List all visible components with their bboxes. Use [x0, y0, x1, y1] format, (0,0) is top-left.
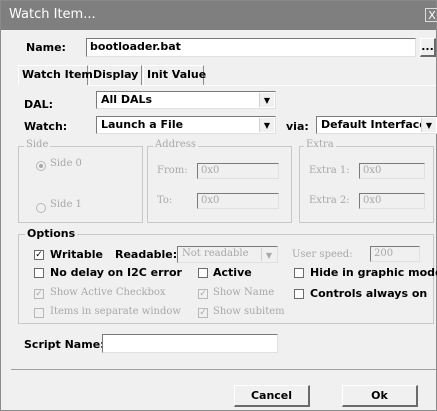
- to-input[interactable]: 0x0: [197, 193, 279, 209]
- side-group-title: Side: [24, 139, 51, 150]
- script-name-label: Script Name:: [24, 338, 105, 351]
- browse-button[interactable]: ...: [420, 38, 436, 57]
- active-checkbox[interactable]: [198, 268, 208, 278]
- user-speed-label: User speed:: [292, 249, 353, 260]
- to-label: To:: [157, 195, 173, 206]
- tab-init-value[interactable]: Init Value: [143, 65, 207, 85]
- extra-group: [299, 146, 434, 223]
- items-separate-window-checkbox[interactable]: [34, 308, 44, 318]
- readable-value: Not readable: [182, 248, 249, 259]
- browse-label: ...: [421, 40, 434, 53]
- address-group: [147, 146, 292, 223]
- no-delay-label: No delay on I2C error: [50, 266, 182, 279]
- dal-value: All DALs: [101, 93, 153, 106]
- show-subitem-checkbox[interactable]: ✓: [198, 308, 208, 318]
- via-label: via:: [286, 120, 309, 133]
- show-active-label: Show Active Checkbox: [50, 287, 166, 298]
- name-value: bootloader.bat: [90, 40, 181, 53]
- side1-radio[interactable]: [36, 203, 46, 213]
- writable-checkbox[interactable]: ✓: [34, 250, 44, 260]
- extra2-input[interactable]: 0x0: [359, 193, 425, 209]
- close-icon[interactable]: X: [425, 8, 437, 22]
- from-input[interactable]: 0x0: [197, 163, 279, 179]
- watch-item-dialog: Watch Item... X Name: bootloader.bat ...…: [0, 0, 437, 411]
- chevron-down-icon: ▼: [259, 93, 274, 107]
- cancel-button[interactable]: Cancel: [234, 385, 310, 407]
- tab-watch-item-label: Watch Item: [22, 68, 93, 81]
- no-delay-checkbox[interactable]: [34, 268, 44, 278]
- watch-select[interactable]: Launch a File ▼: [96, 116, 276, 134]
- panel-separator: [11, 369, 436, 370]
- address-group-title: Address: [153, 139, 198, 150]
- watch-value: Launch a File: [101, 118, 184, 131]
- script-name-input[interactable]: [102, 334, 278, 353]
- options-group-title: Options: [25, 227, 78, 240]
- hide-graphic-checkbox[interactable]: [294, 268, 304, 278]
- dal-label: DAL:: [24, 98, 54, 111]
- show-subitem-label: Show subitem: [213, 306, 285, 317]
- from-value: 0x0: [201, 165, 220, 176]
- items-separate-window-label: Items in separate window: [50, 306, 181, 317]
- watch-label: Watch:: [24, 120, 68, 133]
- dal-select[interactable]: All DALs ▼: [96, 91, 276, 109]
- extra-group-title: Extra: [304, 139, 336, 150]
- readable-label: Readable:: [115, 248, 178, 261]
- hide-graphic-label: Hide in graphic mode: [310, 266, 437, 279]
- active-label: Active: [213, 266, 252, 279]
- tab-watch-item[interactable]: Watch Item: [18, 65, 93, 85]
- via-select[interactable]: Default Interface ▼: [316, 116, 437, 134]
- chevron-down-icon: ▼: [261, 248, 276, 261]
- window-title: Watch Item...: [9, 7, 96, 22]
- ok-label: Ok: [371, 389, 388, 402]
- title-bar[interactable]: Watch Item... X: [1, 1, 437, 30]
- show-name-checkbox[interactable]: ✓: [198, 289, 208, 299]
- side0-radio[interactable]: [36, 161, 46, 171]
- side0-label: Side 0: [50, 158, 82, 169]
- name-label: Name:: [26, 41, 66, 54]
- user-speed-input[interactable]: 200: [370, 246, 420, 262]
- extra2-label: Extra 2:: [309, 195, 350, 206]
- chevron-down-icon: ▼: [259, 118, 274, 132]
- extra1-input[interactable]: 0x0: [359, 163, 425, 179]
- tab-init-value-label: Init Value: [147, 68, 207, 81]
- side1-label: Side 1: [50, 199, 82, 210]
- to-value: 0x0: [201, 195, 220, 206]
- from-label: From:: [157, 165, 188, 176]
- tab-display[interactable]: Display: [89, 65, 142, 85]
- tab-panel-border: [88, 85, 436, 86]
- show-active-checkbox[interactable]: ✓: [34, 289, 44, 299]
- show-name-label: Show Name: [213, 287, 275, 298]
- via-value: Default Interface: [321, 118, 427, 131]
- extra1-value: 0x0: [363, 165, 382, 176]
- cancel-label: Cancel: [250, 389, 293, 402]
- name-input[interactable]: bootloader.bat: [86, 38, 416, 57]
- writable-label: Writable: [50, 248, 103, 261]
- extra1-label: Extra 1:: [309, 165, 350, 176]
- controls-always-on-label: Controls always on: [310, 287, 428, 300]
- extra2-value: 0x0: [363, 195, 382, 206]
- chevron-down-icon: ▼: [421, 118, 436, 132]
- readable-select[interactable]: Not readable ▼: [177, 246, 278, 263]
- user-speed-value: 200: [374, 248, 394, 259]
- tab-display-label: Display: [93, 68, 139, 81]
- ok-button[interactable]: Ok: [342, 385, 418, 407]
- controls-always-on-checkbox[interactable]: [294, 289, 304, 299]
